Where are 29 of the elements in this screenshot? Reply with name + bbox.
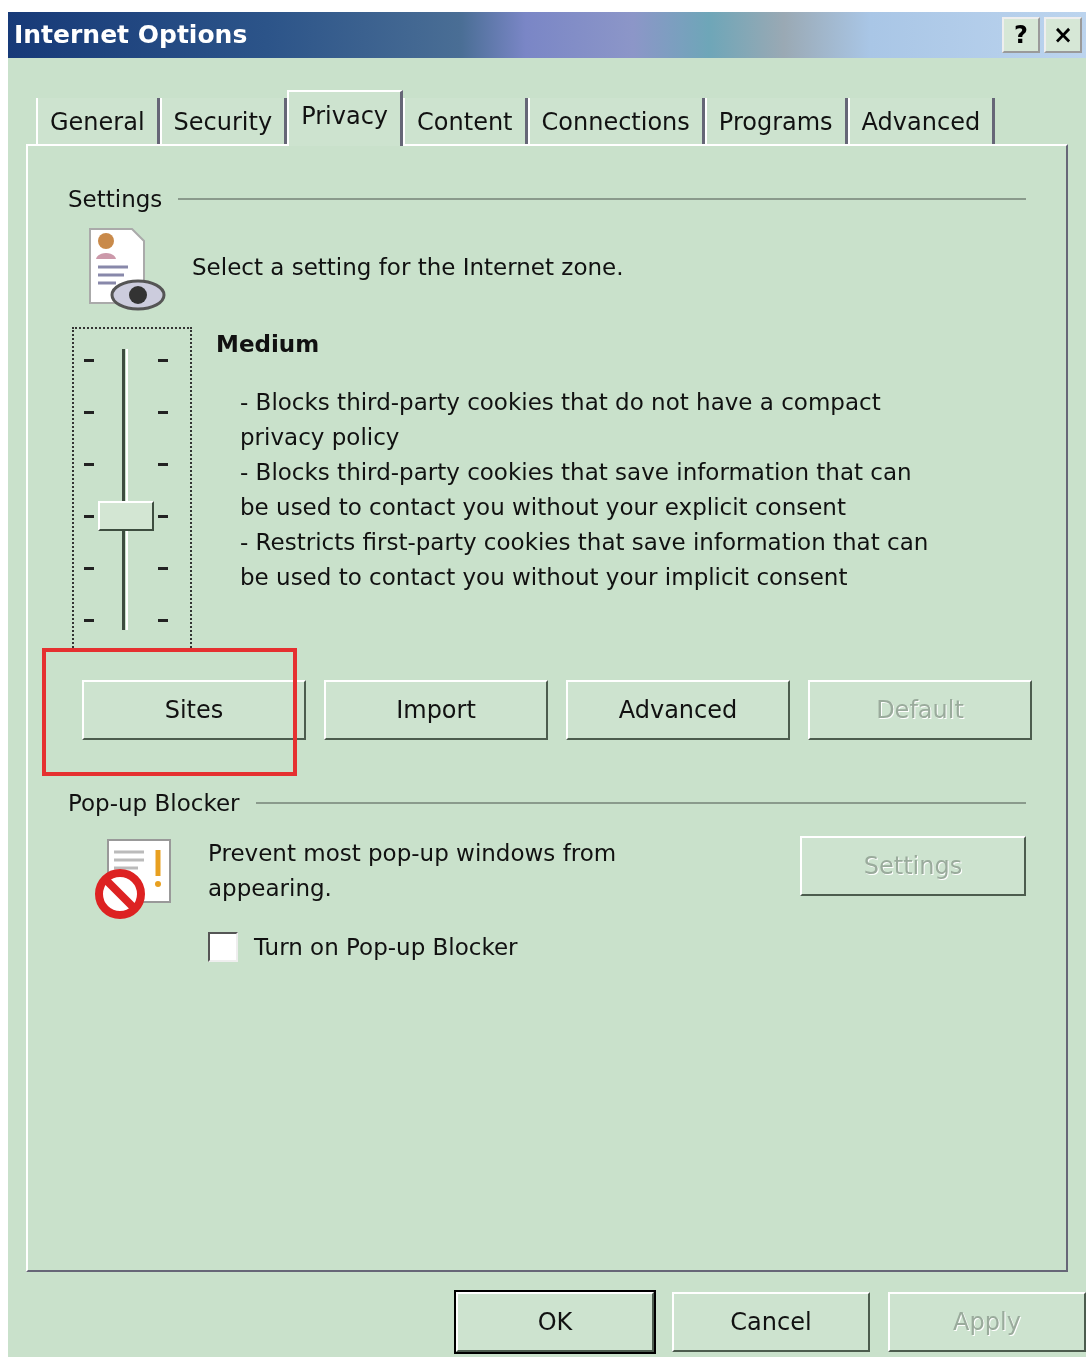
description-line: - Blocks third-party cookies that save information that can be used to contact you without your explicit consent — [240, 458, 913, 522]
tab[interactable]: Connections — [527, 98, 705, 144]
button[interactable]: Cancel — [672, 1292, 870, 1352]
slider-thumb[interactable] — [98, 500, 154, 531]
tab[interactable]: Advanced — [847, 98, 996, 144]
button[interactable]: Sites — [82, 679, 306, 740]
button[interactable]: OK — [456, 1292, 654, 1352]
description-line: - Blocks third-party cookies that do not have a compact privacy policy — [240, 388, 882, 452]
checkbox[interactable] — [208, 932, 238, 963]
tab[interactable]: General — [36, 98, 160, 144]
popup-description: Prevent most pop-up windows from appearing. — [208, 839, 618, 903]
button: Default — [808, 679, 1032, 740]
close-button[interactable]: × — [1044, 17, 1082, 53]
help-button[interactable]: ? — [1002, 17, 1040, 53]
window-title: Internet Options — [14, 19, 248, 52]
button[interactable]: Import — [324, 679, 548, 740]
group-heading: Settings — [68, 185, 163, 214]
button: Apply — [888, 1292, 1086, 1352]
tab[interactable]: Security — [159, 98, 288, 144]
tab[interactable]: Privacy — [287, 90, 404, 146]
privacy-level-name: Medium — [216, 329, 321, 359]
tab[interactable]: Content — [403, 98, 528, 144]
button[interactable]: Advanced — [566, 679, 790, 740]
instruction-text: Select a setting for the Internet zone. — [192, 253, 624, 283]
description-line: - Restricts first-party cookies that save information that can be used to contact you without your implicit consent — [240, 528, 930, 592]
checkbox-label: Turn on Pop-up Blocker — [254, 933, 518, 962]
tab[interactable]: Programs — [704, 98, 848, 144]
group-heading: Pop-up Blocker — [68, 788, 240, 818]
button: Settings — [800, 836, 1026, 896]
